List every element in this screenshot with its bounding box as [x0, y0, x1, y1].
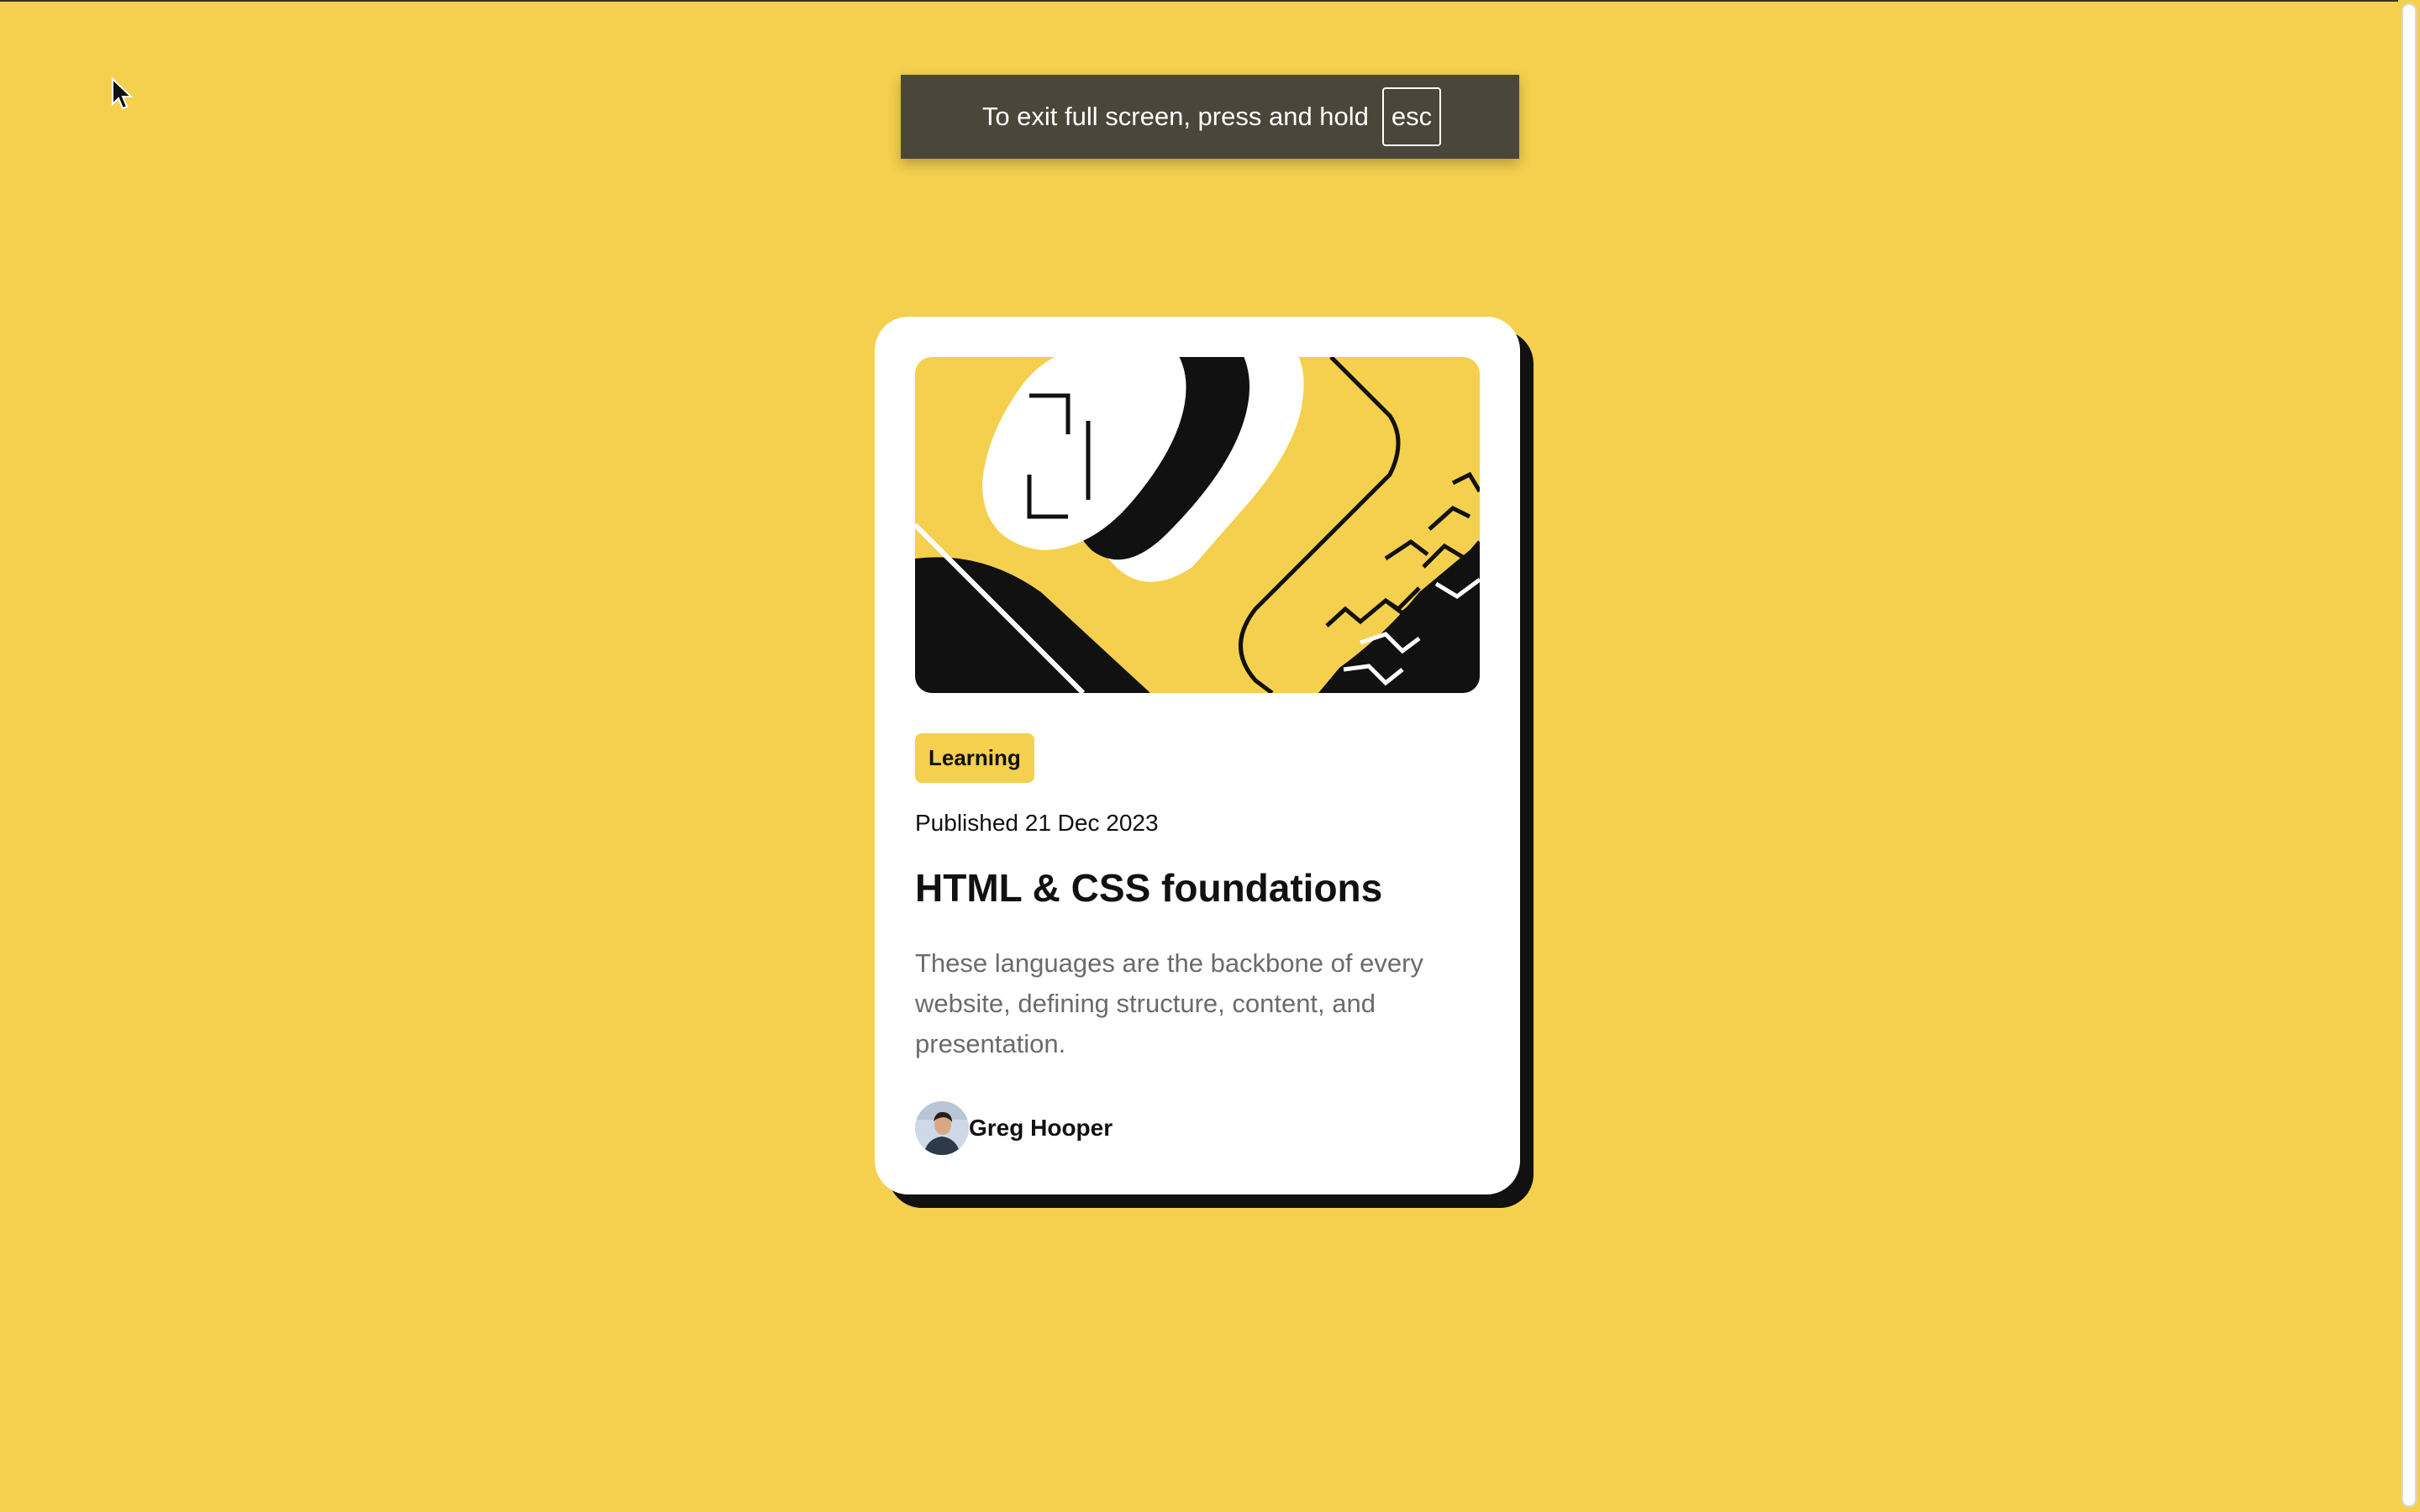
card-title[interactable]: HTML & CSS foundations [915, 865, 1480, 911]
card-illustration [915, 357, 1480, 693]
author-info: Greg Hooper [915, 1101, 1113, 1155]
fullscreen-notice-text: To exit full screen, press and hold [981, 102, 1369, 131]
category-tag: Learning [915, 733, 1034, 783]
blog-preview-card: Learning Published 21 Dec 2023 HTML & CS… [875, 317, 1520, 1194]
mouse-pointer-icon [112, 77, 134, 110]
window-top-edge [0, 0, 2420, 2]
author-avatar [915, 1101, 969, 1155]
vertical-scrollbar[interactable] [2398, 0, 2420, 1512]
card-description: These languages are the backbone of ever… [915, 948, 1423, 1059]
fullscreen-exit-notice: To exit full screen, press and hold esc [901, 75, 1519, 159]
esc-key-badge: esc [1381, 87, 1442, 146]
published-date: Published 21 Dec 2023 [915, 810, 1159, 836]
scrollbar-thumb[interactable] [2402, 3, 2417, 1507]
author-name[interactable]: Greg Hooper [969, 1115, 1113, 1142]
